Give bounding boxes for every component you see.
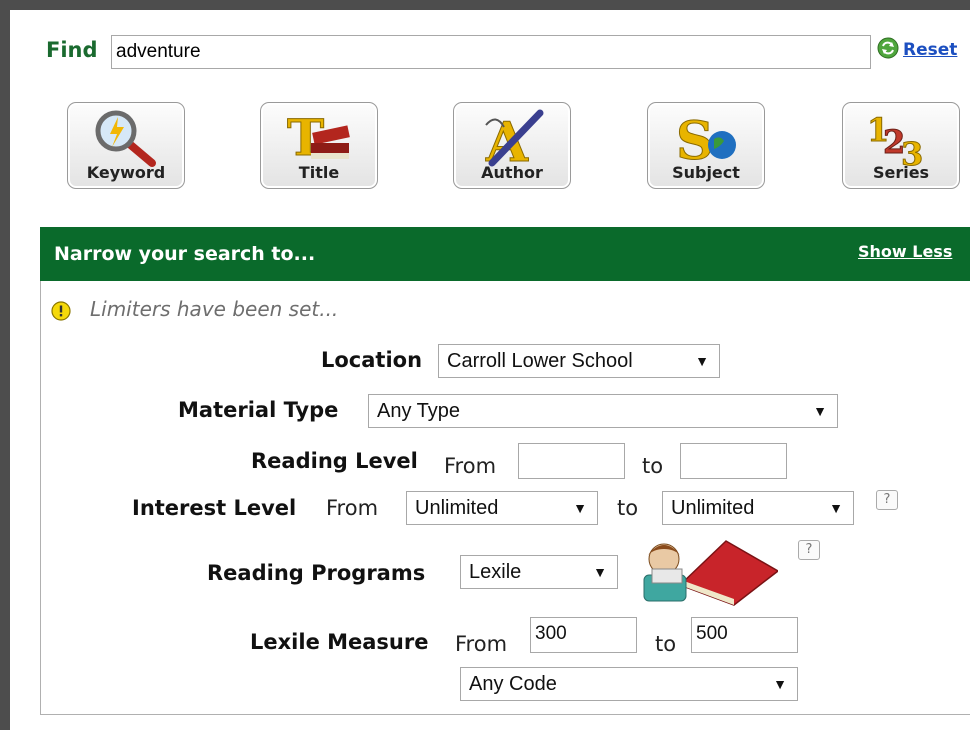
chevron-down-icon: ▼ xyxy=(593,564,607,580)
author-search-button[interactable]: A Author xyxy=(453,102,571,189)
reading-programs-label: Reading Programs xyxy=(207,561,426,585)
interest-level-label: Interest Level xyxy=(132,496,297,520)
interest-level-to-value: Unlimited xyxy=(671,497,755,519)
refresh-icon xyxy=(877,37,899,63)
title-label: Title xyxy=(298,163,340,182)
lexile-from-label: From xyxy=(455,632,508,656)
lexile-to-label: to xyxy=(655,632,677,656)
narrow-search-header: Narrow your search to... Show Less xyxy=(40,227,970,281)
keyword-search-button[interactable]: Keyword xyxy=(67,102,185,189)
window-frame-left xyxy=(0,0,10,730)
lexile-measure-label: Lexile Measure xyxy=(250,630,429,654)
lexile-from-input[interactable]: 300 xyxy=(530,617,637,653)
find-label: Find xyxy=(46,38,98,62)
reading-programs-select[interactable]: Lexile ▼ xyxy=(460,555,618,589)
interest-level-from-value: Unlimited xyxy=(415,497,499,519)
material-type-label: Material Type xyxy=(178,398,339,422)
material-type-value: Any Type xyxy=(377,400,461,422)
location-value: Carroll Lower School xyxy=(447,350,633,372)
reading-program-book-icon xyxy=(638,535,780,611)
reset-label: Reset xyxy=(903,40,958,60)
subject-label: Subject xyxy=(672,163,740,182)
material-type-select[interactable]: Any Type ▼ xyxy=(368,394,838,428)
lexile-to-input[interactable]: 500 xyxy=(691,617,798,653)
series-search-button[interactable]: 1 2 3 Series xyxy=(842,102,960,189)
keyword-label: Keyword xyxy=(86,163,166,182)
author-label: Author xyxy=(481,163,543,182)
reading-level-to-label: to xyxy=(642,454,664,478)
find-input[interactable]: adventure xyxy=(111,35,871,69)
series-label: Series xyxy=(872,163,930,182)
reset-button[interactable]: Reset xyxy=(877,37,957,63)
location-label: Location xyxy=(321,348,423,372)
reading-level-label: Reading Level xyxy=(251,449,418,473)
interest-level-from-label: From xyxy=(326,496,379,520)
subject-search-button[interactable]: S Subject xyxy=(647,102,765,189)
chevron-down-icon: ▼ xyxy=(573,500,587,516)
lexile-code-value: Any Code xyxy=(469,673,557,695)
reading-programs-help-icon[interactable]: ? xyxy=(798,540,820,560)
chevron-down-icon: ▼ xyxy=(695,353,709,369)
limiters-notice: Limiters have been set... xyxy=(90,297,339,321)
svg-text:S: S xyxy=(676,111,714,169)
interest-level-help-icon[interactable]: ? xyxy=(876,490,898,510)
title-search-button[interactable]: T Title xyxy=(260,102,378,189)
location-select[interactable]: Carroll Lower School ▼ xyxy=(438,344,720,378)
chevron-down-icon: ▼ xyxy=(813,403,827,419)
interest-level-from-select[interactable]: Unlimited ▼ xyxy=(406,491,598,525)
window-frame-top xyxy=(0,0,970,10)
chevron-down-icon: ▼ xyxy=(829,500,843,516)
reading-level-from-input[interactable] xyxy=(518,443,625,479)
interest-level-to-label: to xyxy=(617,496,639,520)
reading-level-to-input[interactable] xyxy=(680,443,787,479)
narrow-search-title: Narrow your search to... xyxy=(54,243,316,265)
show-less-link[interactable]: Show Less xyxy=(858,242,952,261)
warning-icon xyxy=(51,301,71,325)
chevron-down-icon: ▼ xyxy=(773,676,787,692)
reading-level-from-label: From xyxy=(444,454,497,478)
interest-level-to-select[interactable]: Unlimited ▼ xyxy=(662,491,854,525)
lexile-code-select[interactable]: Any Code ▼ xyxy=(460,667,798,701)
reading-programs-value: Lexile xyxy=(469,561,522,583)
